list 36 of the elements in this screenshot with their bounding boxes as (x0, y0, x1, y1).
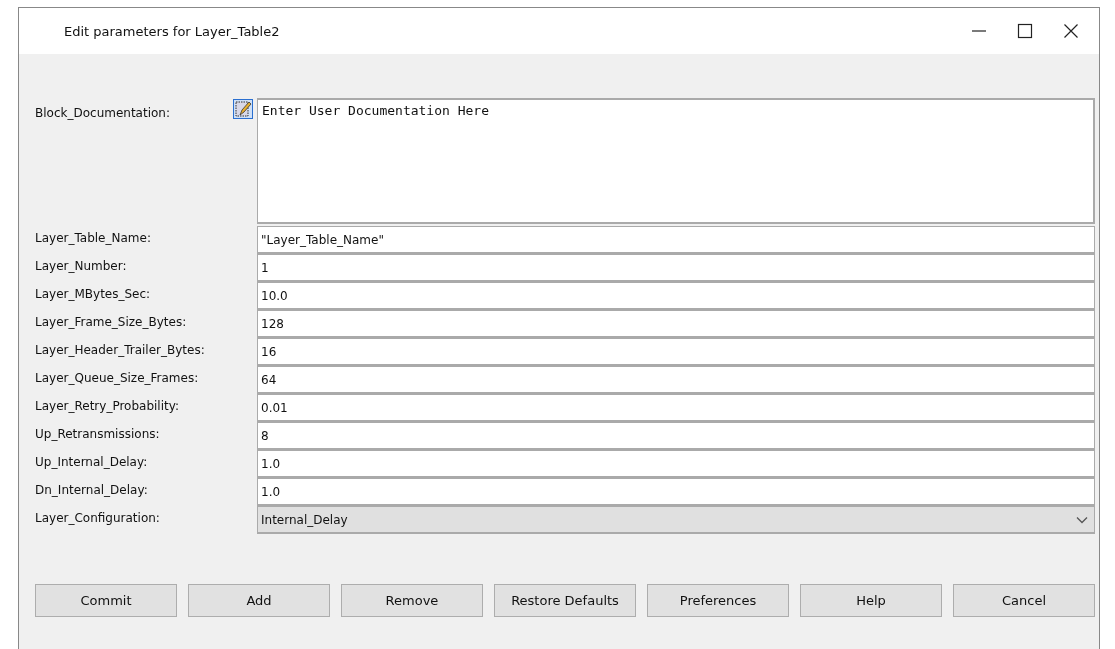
field-label: Dn_Internal_Delay: (35, 482, 149, 497)
chevron-down-icon (1076, 515, 1088, 524)
documentation-field[interactable]: Enter User Documentation Here (257, 98, 1095, 224)
pencil-note-icon[interactable] (233, 99, 253, 119)
close-icon[interactable] (1063, 23, 1079, 39)
field-label: Up_Internal_Delay: (35, 454, 149, 469)
dialog-button[interactable]: Cancel (953, 584, 1095, 617)
input-field[interactable]: 8 (257, 422, 1095, 450)
dialog-button[interactable]: Help (800, 584, 942, 617)
dialog-button[interactable]: Remove (341, 584, 483, 617)
dialog-button[interactable]: Add (188, 584, 330, 617)
input-field[interactable]: 128 (257, 310, 1095, 338)
dialog-button[interactable]: Preferences (647, 584, 789, 617)
field-label: Block_Documentation: (35, 105, 171, 120)
input-field[interactable]: 1.0 (257, 450, 1095, 478)
dialog-button[interactable]: Restore Defaults (494, 584, 636, 617)
input-field[interactable]: 1 (257, 254, 1095, 282)
field-label: Up_Retransmissions: (35, 426, 161, 441)
field-label: Layer_Configuration: (35, 510, 161, 525)
input-field[interactable]: 16 (257, 338, 1095, 366)
window-title: Edit parameters for Layer_Table2 (64, 23, 280, 39)
input-field[interactable]: 1.0 (257, 478, 1095, 506)
field-label: Layer_Frame_Size_Bytes: (35, 314, 188, 329)
dialog-button[interactable]: Commit (35, 584, 177, 617)
maximize-icon[interactable] (1017, 23, 1033, 39)
field-label: Layer_Header_Trailer_Bytes: (35, 342, 206, 357)
field-label: Layer_Retry_Probability: (35, 398, 180, 413)
input-field[interactable]: 0.01 (257, 394, 1095, 422)
input-field[interactable]: 64 (257, 366, 1095, 394)
input-field[interactable]: 10.0 (257, 282, 1095, 310)
input-field[interactable]: "Layer_Table_Name" (257, 226, 1095, 254)
dropdown[interactable]: Internal_Delay (257, 506, 1095, 534)
field-label: Layer_MBytes_Sec: (35, 286, 152, 301)
field-label: Layer_Number: (35, 258, 128, 273)
field-label: Layer_Queue_Size_Frames: (35, 370, 200, 385)
field-label: Layer_Table_Name: (35, 230, 152, 245)
